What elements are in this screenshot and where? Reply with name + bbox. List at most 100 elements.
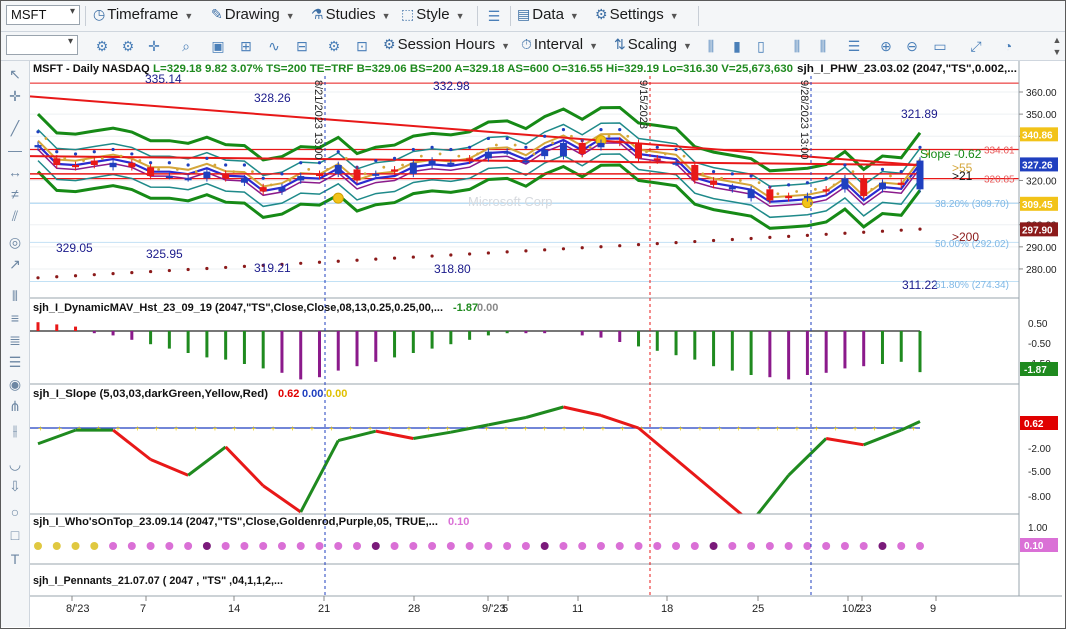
dot-200 bbox=[561, 247, 566, 251]
axis-tick-label: 320.00 bbox=[1026, 176, 1057, 187]
histogram-bar bbox=[130, 331, 134, 340]
time-axis-label: 21 bbox=[318, 603, 330, 615]
price-bar bbox=[710, 180, 718, 185]
signal-mark: + bbox=[581, 424, 586, 433]
status-dot bbox=[728, 542, 737, 550]
dot-200 bbox=[317, 260, 322, 264]
panel-title: sjh_I_Pennants_21.07.07 ( 2047 , "TS" ,0… bbox=[33, 575, 283, 587]
dot-55 bbox=[280, 172, 284, 176]
price-header: MSFT - Daily NASDAQ bbox=[33, 63, 150, 75]
date-marker-label: 9/28/2023 13:00 bbox=[798, 80, 810, 160]
price-annotation: 319.21 bbox=[254, 261, 291, 275]
dot-21 bbox=[738, 179, 742, 182]
panel-value: 0.00 bbox=[477, 302, 498, 314]
level-label: 320.85 bbox=[984, 175, 1015, 186]
status-dot bbox=[334, 542, 343, 550]
dot-55 bbox=[787, 183, 791, 187]
price-bar bbox=[240, 178, 248, 183]
dot-55 bbox=[242, 163, 247, 167]
panel-title: sjh_I_Slope (5,03,03,darkGreen,Yellow,Re… bbox=[33, 388, 268, 400]
dot-55 bbox=[411, 147, 415, 152]
dot-55 bbox=[430, 145, 434, 149]
status-dot bbox=[221, 542, 230, 550]
histogram-bar bbox=[505, 331, 509, 334]
dot-21 bbox=[194, 170, 198, 174]
dot-21 bbox=[232, 170, 236, 174]
status-dot bbox=[765, 542, 774, 550]
price-tag-label: 297.90 bbox=[1022, 225, 1053, 236]
dot-55 bbox=[561, 128, 566, 132]
status-dot bbox=[127, 542, 136, 550]
histogram-bar bbox=[74, 326, 78, 331]
price-bar bbox=[278, 187, 286, 192]
dot-55 bbox=[130, 152, 134, 156]
price-bar bbox=[447, 162, 455, 165]
price-annotation: 325.95 bbox=[146, 247, 183, 261]
dot-200 bbox=[186, 267, 190, 272]
price-bar bbox=[747, 189, 755, 199]
dot-200 bbox=[299, 261, 303, 265]
price-bar bbox=[297, 176, 305, 181]
price-bar bbox=[503, 151, 511, 154]
price-panel: MSFT - Daily NASDAQ L=329.18 9.82 3.07% … bbox=[29, 61, 1019, 298]
dot-55 bbox=[73, 152, 78, 156]
dot-21 bbox=[814, 187, 817, 191]
histogram-bar bbox=[167, 331, 171, 349]
dot-200 bbox=[55, 275, 59, 279]
chart-area[interactable]: MSFT - Daily NASDAQ L=329.18 9.82 3.07% … bbox=[0, 0, 1066, 629]
status-dot bbox=[916, 542, 924, 550]
dot-200 bbox=[224, 265, 228, 270]
dot-21 bbox=[626, 134, 630, 138]
dot-21 bbox=[907, 176, 911, 180]
signal-mark: + bbox=[348, 424, 353, 433]
price-bar bbox=[635, 142, 643, 159]
histogram-bar bbox=[186, 331, 190, 353]
price-bar bbox=[597, 142, 605, 148]
marker-label: >21 bbox=[952, 169, 973, 183]
panel-value: -1.87 bbox=[453, 302, 478, 314]
time-axis-label: 7 bbox=[140, 603, 146, 615]
time-axis-label: 14 bbox=[228, 603, 240, 615]
dot-55 bbox=[655, 145, 659, 149]
dot-55 bbox=[711, 170, 716, 174]
axis-tick-label: 290.00 bbox=[1026, 243, 1057, 254]
marker-label: >200 bbox=[952, 230, 979, 244]
status-dot bbox=[634, 542, 643, 550]
axis-tick-label: 280.00 bbox=[1026, 265, 1057, 276]
status-dot bbox=[840, 542, 849, 550]
signal-mark: + bbox=[853, 424, 858, 433]
dot-200 bbox=[36, 276, 40, 280]
dot-21 bbox=[288, 179, 292, 182]
status-dot bbox=[465, 542, 474, 550]
signal-mark: + bbox=[795, 424, 800, 433]
status-dot bbox=[446, 542, 455, 550]
price-bar bbox=[409, 162, 417, 174]
histogram-bar bbox=[749, 331, 753, 375]
price-bar bbox=[878, 182, 886, 190]
dot-200 bbox=[486, 251, 490, 255]
dot-21 bbox=[532, 152, 536, 156]
dot-21 bbox=[851, 170, 855, 174]
price-annotation: 311.22 bbox=[902, 278, 938, 292]
signal-mark: + bbox=[329, 424, 334, 433]
price-bar bbox=[578, 142, 586, 154]
status-dot bbox=[596, 542, 605, 550]
status-dot bbox=[690, 542, 699, 550]
date-marker-label: 9/15/2023 bbox=[637, 80, 649, 129]
histogram-bar bbox=[224, 331, 228, 360]
signal-mark: + bbox=[833, 424, 838, 433]
price-bar bbox=[541, 149, 549, 157]
dot-55 bbox=[36, 130, 40, 134]
histogram-bar bbox=[280, 331, 284, 373]
date-marker-label: 8/21/2023 13:00 bbox=[312, 80, 324, 160]
status-dot bbox=[784, 542, 793, 550]
signal-mark: + bbox=[814, 424, 819, 433]
dot-200 bbox=[336, 259, 340, 263]
status-dot bbox=[52, 542, 61, 550]
panel-value: 0.00 bbox=[302, 388, 323, 400]
dot-21 bbox=[307, 168, 311, 171]
dot-200 bbox=[599, 245, 603, 249]
axis-tick-label: 0.50 bbox=[1028, 319, 1048, 330]
status-dot bbox=[353, 542, 362, 550]
status-dot bbox=[503, 542, 512, 550]
